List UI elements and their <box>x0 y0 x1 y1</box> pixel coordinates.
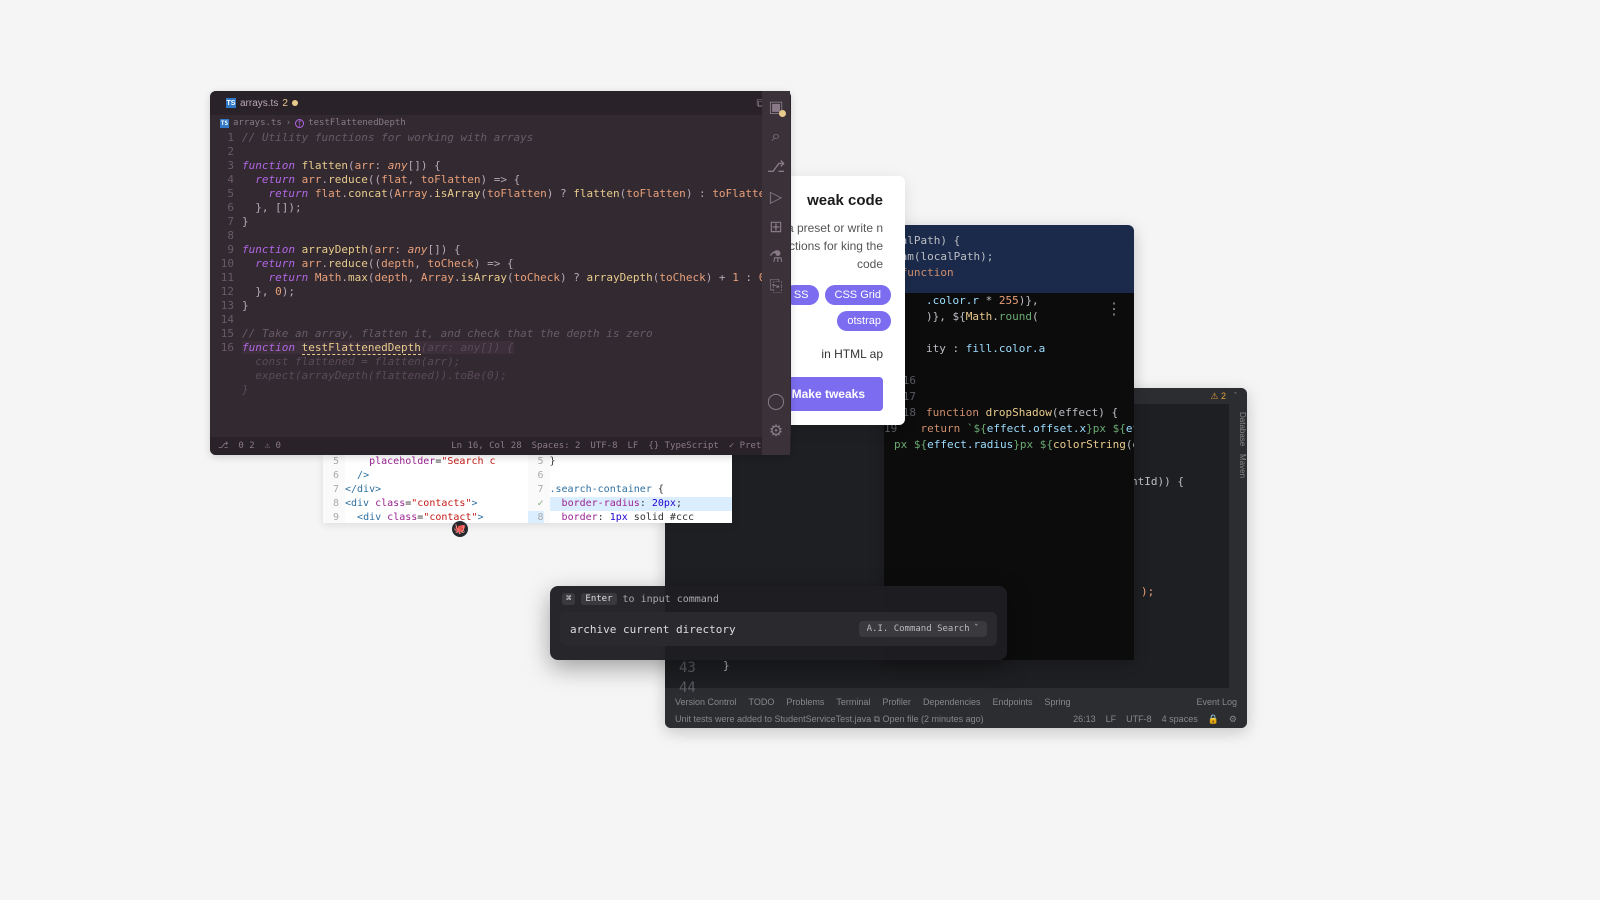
more-icon[interactable]: ⋮ <box>1106 301 1124 317</box>
breadcrumb-file[interactable]: arrays.ts <box>233 118 282 128</box>
vscode-activitybar[interactable]: ▣ ⌕ ⎇ ▷ ⊞ ⚗ ⎘ ◯ ⚙ <box>762 91 790 455</box>
status-indent: 4 spaces <box>1162 714 1198 725</box>
tab-problems[interactable]: Problems <box>786 697 824 707</box>
typescript-icon: TS <box>220 119 229 128</box>
lock-icon[interactable]: 🔒 <box>1208 714 1219 725</box>
eol[interactable]: LF <box>628 441 639 451</box>
typescript-icon: TS <box>226 98 236 108</box>
tab-filename: arrays.ts <box>240 98 278 109</box>
event-log[interactable]: Event Log <box>1196 697 1237 707</box>
status-lncol: 26:13 <box>1073 714 1096 725</box>
breadcrumb-symbol[interactable]: testFlattenedDepth <box>308 118 406 128</box>
line-number: 43 <box>679 660 696 676</box>
status-msg[interactable]: Unit tests were added to StudentServiceT… <box>675 714 984 725</box>
warp-hint: ⌘ Enter to input command <box>550 586 1007 612</box>
warning-badge[interactable]: ⚠ 2 <box>1210 391 1226 402</box>
run-debug-icon[interactable]: ▷ <box>768 189 784 205</box>
html-code[interactable]: placeholder="Search c /> </div> <div cla… <box>345 455 528 523</box>
tab-todo[interactable]: TODO <box>749 697 775 707</box>
github-avatar-icon[interactable]: 🐙 <box>452 521 468 537</box>
intellij-statusbar: Unit tests were added to StudentServiceT… <box>665 710 1247 728</box>
testing-icon[interactable]: ⚗ <box>768 249 784 265</box>
ai-command-search-button[interactable]: A.I. Command Searchˇ <box>859 621 987 637</box>
vscode-tab-bar[interactable]: TS arrays.ts 2 ⧉ … <box>210 91 791 115</box>
editor-tab[interactable]: TS arrays.ts 2 <box>218 98 306 109</box>
remote-icon[interactable]: ⎘ <box>768 279 784 295</box>
account-icon[interactable]: ◯ <box>768 393 784 409</box>
function-icon: ƒ <box>295 119 304 128</box>
chip-cssgrid[interactable]: CSS Grid <box>825 285 891 305</box>
split-editor[interactable]: 56789 placeholder="Search c /> </div> <d… <box>323 455 732 523</box>
vscode-window: TS arrays.ts 2 ⧉ … TS arrays.ts › ƒ test… <box>210 91 791 455</box>
html-pane[interactable]: 56789 placeholder="Search c /> </div> <d… <box>323 455 528 523</box>
gutter: 12345678910111213141516 <box>210 131 242 431</box>
intellij-bottom-tabs[interactable]: Version Control TODO Problems Terminal P… <box>665 694 1247 710</box>
css-pane[interactable]: 567 ✓89 } .search-container { border-rad… <box>528 455 733 523</box>
tab-spring[interactable]: Spring <box>1045 697 1071 707</box>
chevron-down-icon: ˇ <box>974 624 979 634</box>
tab-dependencies[interactable]: Dependencies <box>923 697 981 707</box>
source-control-icon[interactable]: ⎇ <box>768 159 784 175</box>
key-cmd: ⌘ <box>562 593 575 605</box>
status-encoding: UTF-8 <box>1126 714 1152 725</box>
toolwindow-database[interactable]: Database <box>1229 412 1247 446</box>
language-mode[interactable]: {} TypeScript <box>648 441 718 451</box>
tab-endpoints[interactable]: Endpoints <box>992 697 1032 707</box>
hint-text: to input command <box>623 594 719 605</box>
chip-bootstrap[interactable]: otstrap <box>837 311 891 331</box>
problems-status[interactable]: ⚠ 0 <box>265 441 281 451</box>
figma-top-code: calPath) { eam(localPath); function <box>884 225 1134 293</box>
code-area[interactable]: // Utility functions for working with ar… <box>242 131 791 431</box>
breadcrumb[interactable]: TS arrays.ts › ƒ testFlattenedDepth <box>210 115 791 131</box>
code-fragment: ); <box>1141 584 1154 600</box>
vscode-statusbar[interactable]: ⎇ 0 2 ⚠ 0 Ln 16, Col 28 Spaces: 2 UTF-8 … <box>210 437 791 455</box>
status-eol: LF <box>1106 714 1117 725</box>
git-branch-icon[interactable]: ⎇ <box>218 441 228 451</box>
search-icon[interactable]: ⌕ <box>768 129 784 145</box>
gear-icon[interactable]: ⚙ <box>768 423 784 439</box>
cursor-position[interactable]: Ln 16, Col 28 <box>451 441 521 451</box>
css-code[interactable]: } .search-container { border-radius: 20p… <box>550 455 733 523</box>
vscode-editor[interactable]: 12345678910111213141516 // Utility funct… <box>210 131 791 431</box>
intellij-right-toolwindows[interactable]: Database Maven <box>1229 404 1247 688</box>
sync-status[interactable]: 0 2 <box>238 441 254 451</box>
code-fragment: ntId)) { <box>1131 474 1184 490</box>
inspection-icon[interactable]: ˆ <box>1234 391 1237 401</box>
tab-terminal[interactable]: Terminal <box>836 697 870 707</box>
tab-dirty-icon <box>292 100 298 106</box>
toolwindow-maven[interactable]: Maven <box>1229 454 1247 478</box>
tab-modified-count: 2 <box>282 98 288 109</box>
command-text[interactable]: archive current directory <box>570 623 736 636</box>
warp-terminal[interactable]: ⌘ Enter to input command archive current… <box>550 586 1007 660</box>
indentation[interactable]: Spaces: 2 <box>532 441 581 451</box>
warp-input[interactable]: archive current directory A.I. Command S… <box>560 612 997 646</box>
settings-icon[interactable]: ⚙ <box>1229 714 1237 725</box>
key-enter: Enter <box>581 593 616 605</box>
code-line: } <box>723 658 1229 674</box>
tab-version-control[interactable]: Version Control <box>675 697 737 707</box>
tab-profiler[interactable]: Profiler <box>882 697 911 707</box>
extensions-icon[interactable]: ⊞ <box>768 219 784 235</box>
explorer-icon[interactable]: ▣ <box>768 99 784 115</box>
encoding[interactable]: UTF-8 <box>590 441 617 451</box>
chevron-icon: › <box>286 118 291 128</box>
